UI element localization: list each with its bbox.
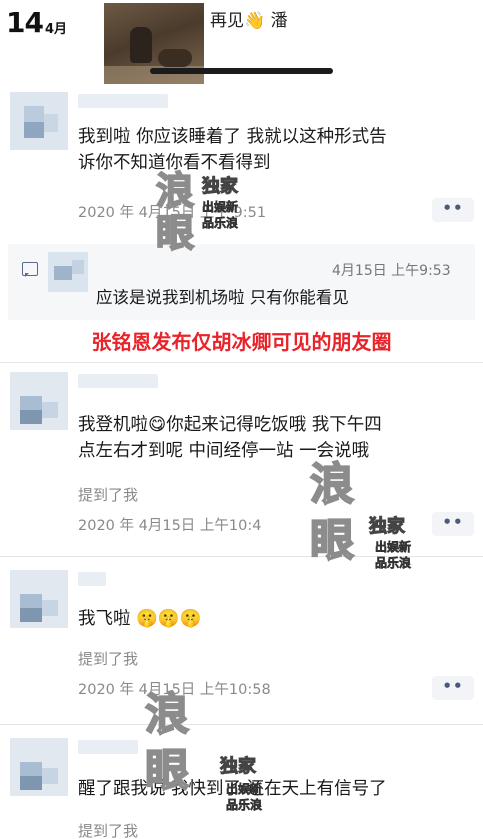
avatar[interactable] [10, 738, 68, 796]
comment-text: 应该是说我到机场啦 只有你能看见 [96, 288, 349, 307]
photo-shoe [130, 27, 152, 63]
more-options-button[interactable]: •• [432, 676, 474, 700]
avatar[interactable] [10, 372, 68, 430]
mention-note: 提到了我 [78, 486, 139, 504]
mention-note: 提到了我 [78, 822, 139, 839]
redacted-username [78, 740, 138, 754]
post-text: 醒了跟我说 我快到了 还在天上有信号了 [78, 779, 387, 799]
moment-post: 我到啦 你应该睡着了 我就以这种形式告 诉你不知道你看不看得到 2020 年 4… [0, 88, 483, 238]
moment-post: 我飞啦 🤫🤫🤫 提到了我 2020 年 4月15日 上午10:58 •• [0, 558, 483, 722]
post-divider [0, 556, 483, 557]
redacted-username [78, 374, 158, 388]
avatar[interactable] [10, 92, 68, 150]
more-options-button[interactable]: •• [432, 512, 474, 536]
date-header: 14 4月 再见👋 潘 [0, 0, 483, 88]
comment-block: 4月15日 上午9:53 应该是说我到机场啦 只有你能看见 [8, 244, 475, 320]
post-text: 我到啦 你应该睡着了 我就以这种形式告 诉你不知道你看不看得到 [78, 127, 387, 173]
post-divider [0, 724, 483, 725]
date-day: 14 [6, 6, 44, 39]
post-text: 我登机啦😋你起来记得吃饭哦 我下午四 点左右才到呢 中间经停一站 一会说哦 [78, 415, 382, 461]
comment-time: 4月15日 上午9:53 [332, 263, 451, 279]
post-timestamp: 2020 年 4月15日 上午 9:51 [78, 205, 267, 221]
post-divider [0, 362, 483, 363]
post-text: 我飞啦 🤫🤫🤫 [78, 609, 202, 629]
photo-caption[interactable]: 再见👋 潘 [210, 6, 288, 31]
date-month: 4月 [45, 22, 68, 37]
redacted-username [78, 572, 106, 586]
news-headline: 张铭恩发布仅胡冰卿可见的朋友圈 [91, 330, 392, 354]
photo-shoe [158, 49, 192, 67]
avatar[interactable] [10, 570, 68, 628]
comment-avatar[interactable] [48, 252, 88, 292]
moment-post: 醒了跟我说 我快到了 还在天上有信号了 提到了我 [0, 726, 483, 839]
redacted-username [78, 94, 168, 108]
moments-timeline: 14 4月 再见👋 潘 我到啦 你应该睡着了 我就以这种形式告 诉你不知道你看不… [0, 0, 483, 839]
redaction-bar [150, 68, 333, 74]
mention-note: 提到了我 [78, 650, 139, 668]
moment-post: 我登机啦😋你起来记得吃饭哦 我下午四 点左右才到呢 中间经停一站 一会说哦 提到… [0, 364, 483, 554]
more-options-button[interactable]: •• [432, 198, 474, 222]
comment-icon [22, 262, 38, 277]
post-timestamp: 2020 年 4月15日 上午10:58 [78, 682, 271, 698]
post-timestamp: 2020 年 4月15日 上午10:4 [78, 518, 262, 534]
